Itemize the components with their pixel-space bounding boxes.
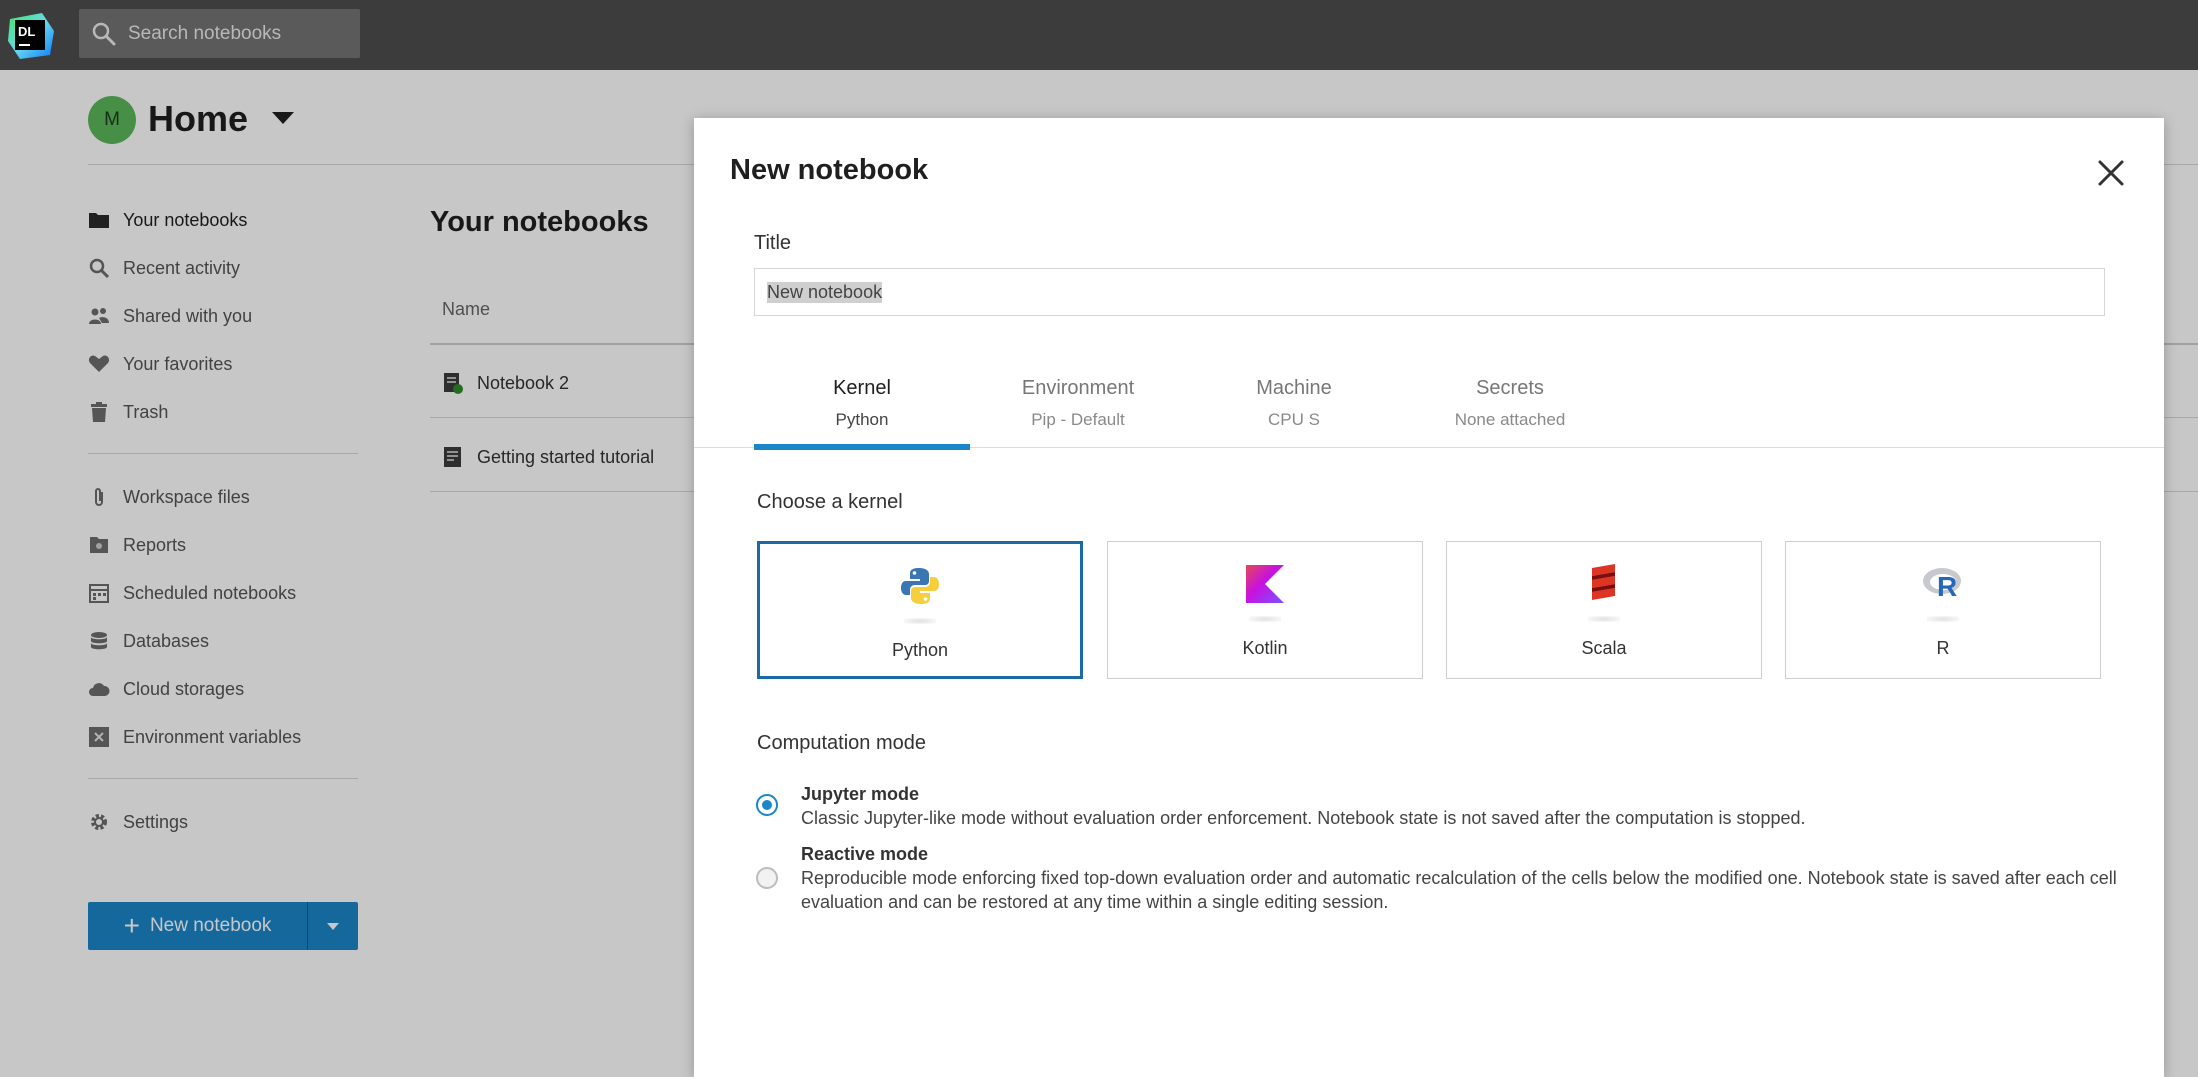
tab-environment[interactable]: Environment Pip - Default (970, 377, 1186, 430)
search-icon (92, 22, 116, 46)
tab-label: Secrets (1476, 377, 1544, 399)
tab-label: Environment (1021, 377, 1135, 399)
top-bar: DL Search notebooks (0, 0, 2198, 70)
tab-value: Python (835, 410, 889, 429)
icon-shadow (1927, 616, 1959, 622)
title-input[interactable]: New notebook (754, 268, 2105, 316)
kernel-name: Kotlin (1242, 638, 1288, 658)
dialog-title: New notebook (730, 154, 929, 186)
kernel-card-scala[interactable]: Scala (1446, 541, 1762, 679)
kernel-name: R (1936, 638, 1950, 658)
tab-value: None attached (1454, 410, 1566, 429)
jupyter-mode-label[interactable]: Jupyter mode (801, 784, 919, 805)
kernel-card-kotlin[interactable]: Kotlin (1107, 541, 1423, 679)
jupyter-mode-description: Classic Jupyter-like mode without evalua… (801, 808, 1806, 828)
tab-secrets[interactable]: Secrets None attached (1402, 377, 1618, 430)
tab-label: Machine (1256, 377, 1332, 399)
kotlin-icon (1246, 565, 1284, 603)
close-icon[interactable] (2094, 156, 2128, 190)
svg-text:R: R (1937, 571, 1957, 602)
tab-value: CPU S (1268, 410, 1320, 429)
tab-kernel[interactable]: Kernel Python (754, 377, 970, 430)
reactive-mode-radio[interactable] (756, 867, 778, 889)
reactive-mode-description: Reproducible mode enforcing fixed top-do… (801, 868, 2117, 912)
icon-shadow (904, 618, 936, 624)
icon-shadow (1588, 616, 1620, 622)
reactive-mode-label[interactable]: Reactive mode (801, 844, 928, 865)
svg-text:DL: DL (18, 24, 35, 39)
kernel-card-python[interactable]: Python (757, 541, 1083, 679)
title-label: Title (754, 232, 792, 254)
computation-mode-heading: Computation mode (757, 732, 926, 754)
kernel-name: Python (891, 640, 949, 660)
kernel-card-r[interactable]: R R (1785, 541, 2101, 679)
search-box[interactable]: Search notebooks (79, 9, 360, 58)
python-icon (901, 568, 939, 604)
tab-value: Pip - Default (1031, 410, 1125, 429)
radio-dot (762, 800, 772, 810)
search-placeholder: Search notebooks (128, 23, 282, 44)
jupyter-mode-radio[interactable] (756, 794, 778, 816)
r-icon: R (1923, 568, 1961, 602)
scala-icon (1592, 564, 1615, 600)
new-notebook-dialog: New notebook Title New notebook Kernel P… (694, 118, 2164, 1077)
icon-shadow (1249, 616, 1281, 622)
title-input-value: New notebook (767, 281, 883, 303)
active-tab-indicator (754, 444, 970, 450)
kernel-name: Scala (1581, 638, 1627, 658)
kernel-heading: Choose a kernel (757, 491, 903, 513)
tab-machine[interactable]: Machine CPU S (1186, 377, 1402, 430)
datalore-logo[interactable]: DL (6, 11, 56, 61)
tab-label: Kernel (833, 377, 891, 399)
